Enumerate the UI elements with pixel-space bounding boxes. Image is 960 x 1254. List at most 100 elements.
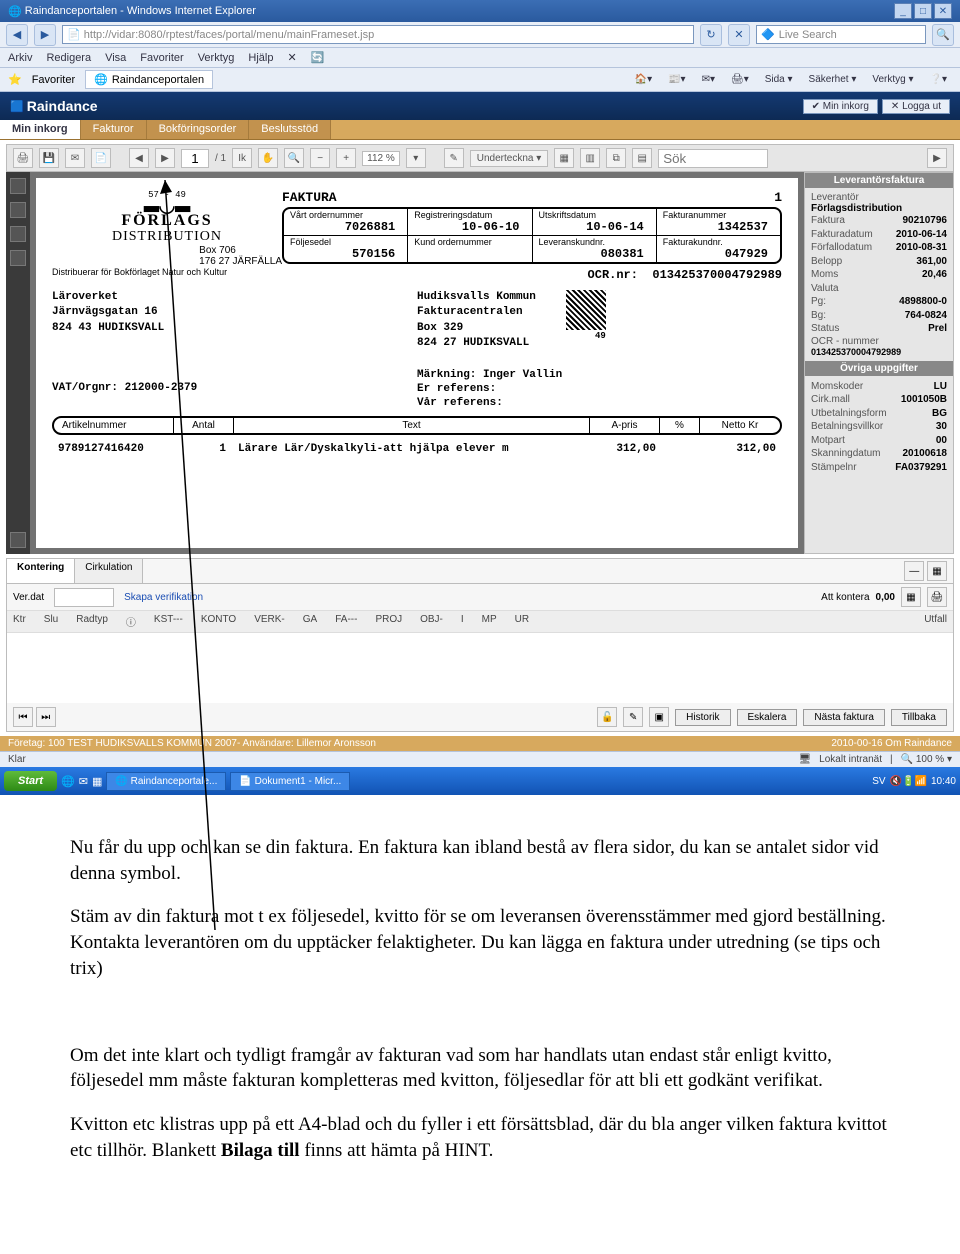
tab-bokforingsorder[interactable]: Bokföringsorder [147,120,250,139]
nav-last-icon[interactable]: ⏭ [36,707,56,727]
kontering-grid[interactable] [7,633,953,703]
pdf-collapse-icon[interactable]: ▶ [927,148,947,168]
logga-ut-button[interactable]: ✕ Logga ut [882,99,950,114]
print-icon-2[interactable]: 🖨 [927,587,947,607]
tray-lang[interactable]: SV [872,776,885,787]
tools-menu[interactable]: Verktyg ▾ [867,72,918,87]
min-inkorg-button[interactable]: ✔ Min inkorg [803,99,878,114]
tab-cirkulation[interactable]: Cirkulation [75,559,143,583]
pdf-page-input[interactable] [181,149,209,168]
pdf-zoomin-icon[interactable]: + [336,148,356,168]
security-menu[interactable]: Säkerhet ▾ [804,72,862,87]
ql-ie-icon[interactable]: 🌐 [61,775,75,788]
pdf-zoomout-icon[interactable]: − [310,148,330,168]
sign-panel-icon[interactable] [10,250,26,266]
pdf-t1-icon[interactable]: ▦ [554,148,574,168]
ie-icon: 🌐 [8,5,22,18]
pdf-t4-icon[interactable]: ▤ [632,148,652,168]
browser-tab[interactable]: 🌐Raindanceportalen [85,70,213,89]
thumbs-icon[interactable] [10,178,26,194]
pdf-t3-icon[interactable]: ⧉ [606,148,626,168]
kont-tool1-icon[interactable]: — [904,561,924,581]
pdf-marquee-icon[interactable]: 🔍 [284,148,304,168]
historik-button[interactable]: Historik [675,709,730,726]
ql-mail-icon[interactable]: ✉ [79,775,88,788]
favorites-label[interactable]: Favoriter [32,74,75,86]
faktura-title: FAKTURA [282,190,337,205]
skapa-verifikation-link[interactable]: Skapa verifikation [124,592,203,603]
intranet-zone-icon: 🖥 [798,754,811,765]
back-button[interactable]: ◀ [6,24,28,46]
page-menu[interactable]: Sida ▾ [760,72,798,87]
tray-icons[interactable]: 🔇🔋📶 [890,776,927,787]
search-box[interactable]: 🔷Live Search [756,25,926,44]
pdf-prev-icon[interactable]: ◀ [129,148,149,168]
url-input[interactable]: 📄 http://vidar:8080/rptest/faces/portal/… [62,25,694,44]
pdf-zoom-dropdown[interactable]: ▾ [406,148,426,168]
pdf-next-icon[interactable]: ▶ [155,148,175,168]
pdf-page-icon[interactable]: 📄 [91,148,111,168]
verdat-label: Ver.dat [13,592,44,603]
tillbaka-button[interactable]: Tillbaka [891,709,947,726]
pdf-mail-icon[interactable]: ✉ [65,148,85,168]
help-icon[interactable]: ❔▾ [925,72,952,87]
minimize-button[interactable]: _ [894,3,912,19]
zoom-dropdown[interactable]: 🔍 100 % ▾ [901,754,952,765]
menu-extra-x[interactable]: ✕ [287,51,296,64]
pdf-cursor-icon[interactable]: Ik [232,148,252,168]
start-button[interactable]: Start [4,771,57,791]
favorites-icon[interactable]: ⭐ [8,73,22,86]
raindance-logo-icon: 🟦 [10,100,24,113]
menu-verktyg[interactable]: Verktyg [198,52,235,64]
menu-arkiv[interactable]: Arkiv [8,52,32,64]
print-icon[interactable]: 🖨▾ [726,72,754,87]
nav-first-icon[interactable]: ⏮ [13,707,33,727]
home-icon[interactable]: 🏠▾ [630,72,657,87]
pdf-sign-button[interactable]: Underteckna ▾ [470,150,549,167]
mail-icon[interactable]: ✉▾ [697,72,720,87]
nasta-faktura-button[interactable]: Nästa faktura [803,709,884,726]
excel-icon[interactable]: ▦ [901,587,921,607]
attach-icon[interactable] [10,226,26,242]
eskalera-button[interactable]: Eskalera [737,709,798,726]
clip-icon[interactable] [10,532,26,548]
tab-fakturor[interactable]: Fakturor [81,120,147,139]
raindance-statusbar: Företag: 100 TEST HUDIKSVALLS KOMMUN 200… [0,736,960,751]
task-raindance[interactable]: 🌐 Raindanceportale... [106,772,226,791]
pdf-search-input[interactable] [658,149,768,168]
verdat-input[interactable] [54,588,114,607]
kontering-columns: Ktr Slu Radtyp ⓘ KST--- KONTO VERK- GA F… [7,610,953,633]
menu-hjalp[interactable]: Hjälp [248,52,273,64]
pdf-hand-icon[interactable]: ✋ [258,148,278,168]
action-icon-3[interactable]: ▣ [649,707,669,727]
pdf-page-total: / 1 [215,153,226,164]
search-button[interactable]: 🔍 [932,24,954,46]
kont-tool2-icon[interactable]: ▦ [927,561,947,581]
pdf-pen-icon[interactable]: ✎ [444,148,464,168]
ql-excel-icon[interactable]: ▦ [92,775,102,788]
restore-button[interactable]: □ [914,3,932,19]
para-1: Nu får du upp och kan se din faktura. En… [70,835,890,886]
menu-favoriter[interactable]: Favoriter [140,52,183,64]
menu-visa[interactable]: Visa [105,52,126,64]
stop-button[interactable]: ✕ [728,24,750,46]
pdf-zoom-value[interactable]: 112 % [362,151,400,166]
refresh-button[interactable]: ↻ [700,24,722,46]
action-icon-2[interactable]: ✎ [623,707,643,727]
pdf-t2-icon[interactable]: ▥ [580,148,600,168]
forward-button[interactable]: ▶ [34,24,56,46]
menu-extra-icon[interactable]: 🔄 [311,51,325,64]
tab-min-inkorg[interactable]: Min inkorg [0,120,81,139]
feed-icon[interactable]: 📰▾ [663,72,690,87]
tab-kontering[interactable]: Kontering [7,559,75,583]
action-icon-1[interactable]: 🔓 [597,707,617,727]
task-word[interactable]: 📄 Dokument1 - Micr... [230,772,350,791]
pdf-print-icon[interactable]: 🖨 [13,148,33,168]
close-button[interactable]: ✕ [934,3,952,19]
tab-beslutsstod[interactable]: Beslutsstöd [249,120,331,139]
menu-redigera[interactable]: Redigera [46,52,91,64]
info-icon[interactable]: ⓘ [126,614,136,629]
bookmarks-icon[interactable] [10,202,26,218]
menu-bar: Arkiv Redigera Visa Favoriter Verktyg Hj… [0,48,960,68]
pdf-save-icon[interactable]: 💾 [39,148,59,168]
